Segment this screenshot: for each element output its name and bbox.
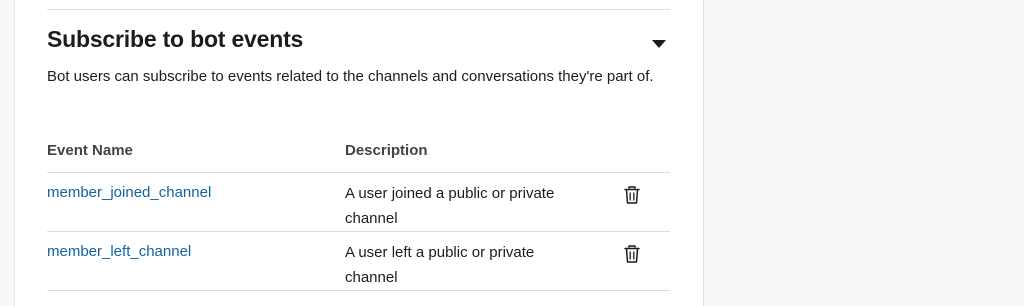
caret-down-icon[interactable] — [651, 38, 667, 50]
delete-event-button[interactable] — [621, 184, 643, 206]
table-row: member_left_channel A user left a public… — [47, 232, 670, 291]
column-header-event-name: Event Name — [47, 142, 133, 159]
event-name-link[interactable]: member_joined_channel — [47, 184, 211, 201]
left-gutter — [0, 0, 14, 306]
event-description: A user left a public or private channel — [345, 244, 535, 286]
events-table: Event Name Description member_joined_cha… — [47, 134, 670, 291]
section-divider — [47, 9, 670, 10]
delete-event-button[interactable] — [621, 243, 643, 265]
trash-icon — [624, 186, 640, 204]
settings-panel: Subscribe to bot events Bot users can su… — [14, 0, 704, 306]
table-row: member_joined_channel A user joined a pu… — [47, 173, 670, 232]
right-background — [704, 0, 1024, 306]
trash-icon — [624, 245, 640, 263]
section-description: Bot users can subscribe to events relate… — [47, 68, 654, 85]
section-title: Subscribe to bot events — [47, 26, 304, 52]
event-name-link[interactable]: member_left_channel — [47, 243, 191, 260]
event-description: A user joined a public or private channe… — [345, 185, 555, 227]
column-header-description: Description — [345, 142, 428, 159]
table-header: Event Name Description — [47, 134, 670, 173]
